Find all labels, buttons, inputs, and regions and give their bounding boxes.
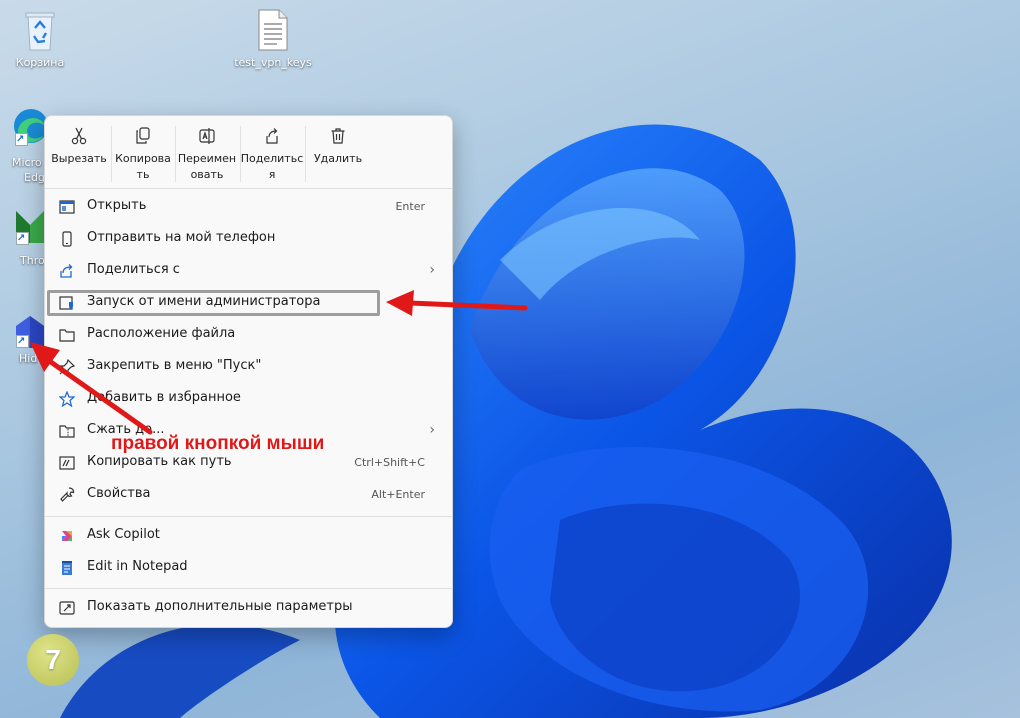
right-click-annotation: правой кнопкой мыши — [111, 433, 325, 454]
step-number-badge: 7 — [27, 634, 79, 686]
annotation-arrows — [30, 290, 528, 435]
arrow-to-admin-item — [386, 290, 528, 316]
arrow-to-desktop-icon — [30, 342, 153, 435]
